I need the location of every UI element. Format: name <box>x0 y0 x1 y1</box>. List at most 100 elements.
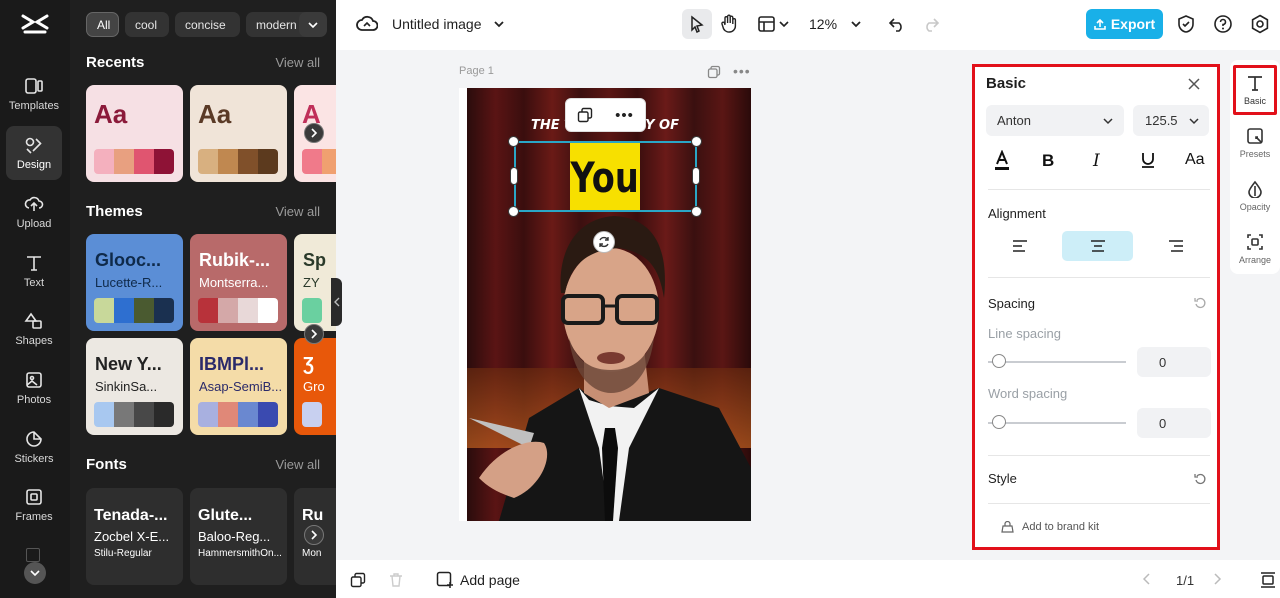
help-button[interactable] <box>1213 14 1233 34</box>
line-spacing-slider[interactable] <box>988 361 1126 363</box>
word-spacing-slider-knob[interactable] <box>992 415 1006 429</box>
zoom-level[interactable]: 12% <box>809 16 837 32</box>
themes-view-all[interactable]: View all <box>275 204 320 219</box>
filter-chip-cool[interactable]: cool <box>125 12 169 37</box>
undo-button[interactable] <box>888 15 906 33</box>
duplicate-page-button[interactable] <box>707 65 721 79</box>
panel-collapse-handle[interactable] <box>331 278 342 326</box>
color-swatches <box>198 402 278 427</box>
theme-card[interactable]: Rubik-... Montserra... <box>190 234 287 331</box>
capcut-logo[interactable] <box>20 10 50 38</box>
page-grid-button[interactable] <box>1260 572 1276 588</box>
rail-photos[interactable]: Photos <box>6 361 62 415</box>
rail-shapes-label: Shapes <box>15 334 53 347</box>
duplicate-page-bottom-button[interactable] <box>350 572 366 588</box>
resize-handle-tr[interactable] <box>691 136 702 147</box>
italic-button[interactable]: I <box>1093 151 1100 171</box>
tab-opacity[interactable]: Opacity <box>1233 171 1277 221</box>
recent-style-card[interactable]: Aa <box>190 85 287 182</box>
recents-view-all[interactable]: View all <box>275 55 320 70</box>
theme-card[interactable]: Sp ZY <box>294 234 336 331</box>
theme-subtitle: SinkinSa... <box>95 379 158 394</box>
resize-handle-left[interactable] <box>510 167 518 185</box>
cloud-save-icon[interactable] <box>356 15 378 33</box>
align-right-button[interactable] <box>1168 239 1184 253</box>
rotate-handle[interactable] <box>593 231 615 253</box>
word-spacing-input[interactable]: 0 <box>1137 408 1211 438</box>
fonts-view-all[interactable]: View all <box>275 457 320 472</box>
add-to-brand-kit-button[interactable]: Add to brand kit <box>1001 521 1099 533</box>
rail-expand-button[interactable] <box>24 562 46 584</box>
chevron-right-icon <box>1214 573 1222 585</box>
recent-style-card[interactable]: Aa <box>86 85 183 182</box>
select-tool-button[interactable] <box>682 9 712 39</box>
filter-chip-all[interactable]: All <box>86 12 119 37</box>
tab-arrange-label: Arrange <box>1238 255 1272 265</box>
resize-handle-bl[interactable] <box>508 206 519 217</box>
font-combo-card[interactable]: Glute... Baloo-Reg... HammersmithOn... <box>190 488 287 585</box>
chips-more-button[interactable] <box>299 12 327 37</box>
rail-frames[interactable]: Frames <box>6 478 62 532</box>
theme-subtitle: Lucette-R... <box>95 275 163 290</box>
text-color-button[interactable] <box>993 150 1011 172</box>
filter-chip-concise[interactable]: concise <box>175 12 240 37</box>
line-spacing-slider-knob[interactable] <box>992 354 1006 368</box>
tab-presets[interactable]: Presets <box>1233 118 1277 168</box>
next-page-button[interactable] <box>1212 572 1222 586</box>
theme-card[interactable]: Ʒ Gro <box>294 338 336 435</box>
word-spacing-slider[interactable] <box>988 422 1126 424</box>
shield-button[interactable] <box>1176 14 1196 34</box>
style-reset-button[interactable] <box>1194 473 1207 486</box>
rail-upload[interactable]: Upload <box>6 185 62 239</box>
line-spacing-input[interactable]: 0 <box>1137 347 1211 377</box>
add-page-button[interactable]: Add page <box>436 571 520 589</box>
font-size-select[interactable]: 125.5 <box>1133 105 1209 136</box>
layout-tool-button[interactable] <box>757 14 791 34</box>
doc-title[interactable]: Untitled image <box>392 16 482 32</box>
theme-card[interactable]: New Y... SinkinSa... <box>86 338 183 435</box>
export-button[interactable]: Export <box>1086 9 1163 39</box>
resize-handle-right[interactable] <box>692 167 700 185</box>
rail-stickers[interactable]: Stickers <box>6 420 62 474</box>
settings-button[interactable] <box>1250 14 1270 34</box>
page-more-icon[interactable]: ••• <box>733 63 751 79</box>
themes-next-arrow[interactable] <box>304 324 324 344</box>
tab-arrange[interactable]: Arrange <box>1233 224 1277 274</box>
prev-page-button[interactable] <box>1142 572 1152 586</box>
delete-page-button[interactable] <box>388 572 404 588</box>
doc-title-chevron-icon[interactable] <box>493 19 505 29</box>
color-swatches <box>94 402 174 427</box>
font-family-select[interactable]: Anton <box>986 105 1124 136</box>
element-duplicate-button[interactable] <box>577 107 593 123</box>
redo-button[interactable] <box>922 15 940 33</box>
tab-basic[interactable]: Basic <box>1233 65 1277 115</box>
props-close-button[interactable] <box>1187 77 1201 91</box>
resize-handle-tl[interactable] <box>508 136 519 147</box>
theme-subtitle: Montserra... <box>199 275 269 290</box>
align-left-button[interactable] <box>1012 239 1028 253</box>
theme-card[interactable]: Glooc... Lucette-R... <box>86 234 183 331</box>
rail-templates[interactable]: Templates <box>6 67 62 121</box>
bold-button[interactable]: B <box>1042 151 1054 171</box>
align-center-button[interactable] <box>1062 231 1133 261</box>
spacing-reset-button[interactable] <box>1194 297 1207 310</box>
element-more-icon[interactable]: ••• <box>615 107 634 124</box>
underline-button[interactable] <box>1140 151 1156 169</box>
hand-tool-button[interactable] <box>720 14 738 34</box>
alignment-label: Alignment <box>988 206 1046 221</box>
text-case-button[interactable]: Aa <box>1185 151 1205 169</box>
tab-presets-label: Presets <box>1239 149 1271 159</box>
resize-handle-br[interactable] <box>691 206 702 217</box>
rail-design[interactable]: Design <box>6 126 62 180</box>
recents-next-arrow[interactable] <box>304 123 324 143</box>
fonts-next-arrow[interactable] <box>304 525 324 545</box>
rail-shapes[interactable]: Shapes <box>6 302 62 356</box>
selection-box[interactable] <box>514 141 697 212</box>
font-combo-card[interactable]: Tenada-... Zocbel X-E... Stilu-Regular <box>86 488 183 585</box>
color-swatches <box>198 149 278 174</box>
rail-text[interactable]: Text <box>6 244 62 298</box>
theme-card[interactable]: IBMPl... Asap-SemiB... <box>190 338 287 435</box>
zoom-chevron-icon[interactable] <box>850 19 862 29</box>
font-size-value: 125.5 <box>1145 113 1178 128</box>
theme-title: New Y... <box>95 354 162 374</box>
